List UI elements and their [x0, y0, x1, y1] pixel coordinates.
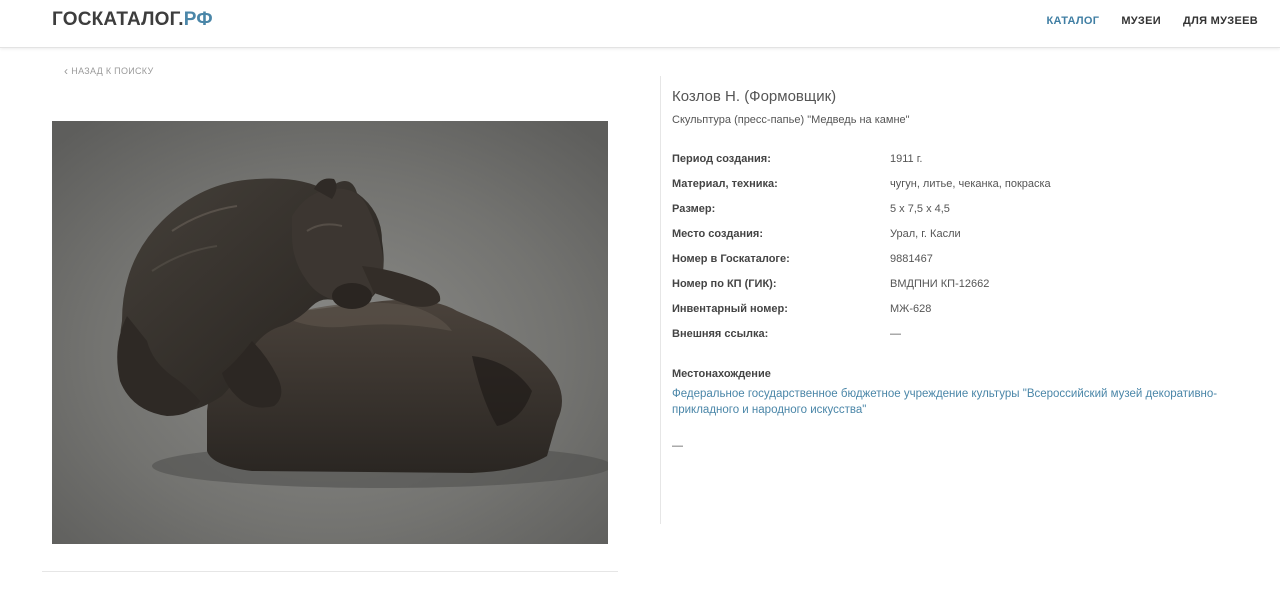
horizontal-divider: [42, 571, 618, 572]
nav-catalog[interactable]: КАТАЛОГ: [1046, 15, 1099, 27]
museum-link[interactable]: Федеральное государственное бюджетное уч…: [672, 386, 1247, 418]
property-row: Место создания: Урал, г. Касли: [672, 228, 1252, 253]
logo-main-text: ГОСКАТАЛОГ.: [52, 9, 184, 30]
property-label: Инвентарный номер:: [672, 303, 788, 315]
property-label: Внешняя ссылка:: [672, 328, 769, 340]
site-logo[interactable]: ГОСКАТАЛОГ.РФ: [52, 9, 213, 31]
site-header: ГОСКАТАЛОГ.РФ КАТАЛОГ МУЗЕИ ДЛЯ МУЗЕЕВ: [0, 0, 1280, 48]
property-row: Внешняя ссылка: —: [672, 328, 1252, 353]
property-row: Номер в Госкаталоге: 9881467: [672, 253, 1252, 278]
item-photo[interactable]: [52, 121, 608, 544]
chevron-left-icon: ‹: [64, 63, 69, 78]
property-value: —: [890, 328, 901, 340]
main-nav: КАТАЛОГ МУЗЕИ ДЛЯ МУЗЕЕВ: [1046, 15, 1280, 27]
nav-museums[interactable]: МУЗЕИ: [1121, 15, 1161, 27]
property-list: Период создания: 1911 г. Материал, техни…: [672, 153, 1252, 353]
property-value: 9881467: [890, 253, 933, 265]
nav-for-museums[interactable]: ДЛЯ МУЗЕЕВ: [1183, 15, 1258, 27]
property-row: Номер по КП (ГИК): ВМДПНИ КП-12662: [672, 278, 1252, 303]
property-value: 1911 г.: [890, 153, 923, 165]
location-heading: Местонахождение: [672, 368, 771, 380]
item-title: Скульптура (пресс-папье) "Медведь на кам…: [672, 114, 910, 126]
property-row: Материал, техника: чугун, литье, чеканка…: [672, 178, 1252, 203]
vertical-divider: [660, 76, 661, 524]
property-value: МЖ-628: [890, 303, 932, 315]
property-label: Номер по КП (ГИК):: [672, 278, 777, 290]
back-to-search-link[interactable]: ‹ НАЗАД К ПОИСКУ: [64, 63, 154, 78]
property-label: Номер в Госкаталоге:: [672, 253, 790, 265]
logo-tld-text: РФ: [183, 9, 213, 30]
property-value: ВМДПНИ КП-12662: [890, 278, 990, 290]
back-link-label: НАЗАД К ПОИСКУ: [71, 66, 154, 76]
item-details: Козлов Н. (Формовщик) Скульптура (пресс-…: [672, 88, 1252, 452]
property-value: Урал, г. Касли: [890, 228, 961, 240]
property-row: Инвентарный номер: МЖ-628: [672, 303, 1252, 328]
property-row: Размер: 5 х 7,5 х 4,5: [672, 203, 1252, 228]
property-value: чугун, литье, чеканка, покраска: [890, 178, 1051, 190]
property-label: Размер:: [672, 203, 716, 215]
property-value: 5 х 7,5 х 4,5: [890, 203, 950, 215]
footer-dash: —: [672, 440, 683, 452]
item-author: Козлов Н. (Формовщик): [672, 88, 837, 105]
bear-sculpture-image: [52, 121, 608, 544]
property-label: Место создания:: [672, 228, 764, 240]
property-row: Период создания: 1911 г.: [672, 153, 1252, 178]
property-label: Материал, техника:: [672, 178, 778, 190]
property-label: Период создания:: [672, 153, 771, 165]
